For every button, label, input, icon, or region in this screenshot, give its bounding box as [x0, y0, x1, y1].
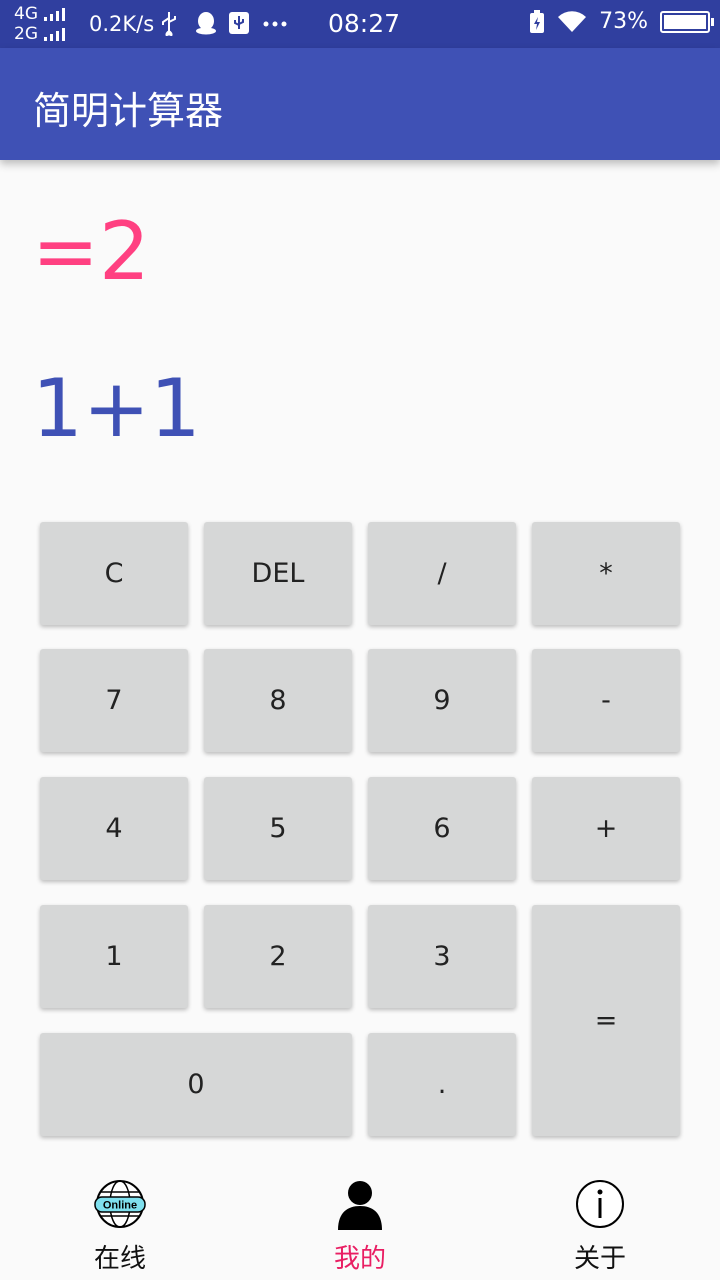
- digit-2-button[interactable]: 2: [204, 905, 352, 1008]
- decimal-button[interactable]: .: [368, 1033, 516, 1136]
- bottom-nav: Online 在线 我的 关于: [0, 1160, 720, 1280]
- signal-icon: [44, 27, 65, 41]
- status-bar: 4G 2G 0.2K/s 08:27 73%: [0, 0, 720, 48]
- system-icons: 73%: [529, 9, 714, 34]
- network-type-2: 2G: [14, 24, 38, 44]
- more-icon: [262, 10, 287, 36]
- nav-label-about: 关于: [573, 1244, 626, 1274]
- usb-debug-icon: [228, 10, 250, 36]
- globe-online-icon: Online: [94, 1180, 146, 1228]
- digit-5-button[interactable]: 5: [204, 777, 352, 880]
- network-speed: 0.2K/s: [89, 12, 155, 36]
- nav-item-about[interactable]: 关于: [480, 1160, 720, 1280]
- network-indicator: 4G 2G: [14, 4, 65, 44]
- nav-label-mine: 我的: [333, 1244, 386, 1274]
- app-title: 简明计算器: [33, 89, 224, 133]
- nav-item-mine[interactable]: 我的: [240, 1160, 480, 1280]
- qq-icon: [194, 10, 216, 36]
- clock: 08:27: [328, 9, 401, 38]
- delete-button[interactable]: DEL: [204, 522, 352, 625]
- clear-button[interactable]: C: [40, 522, 188, 625]
- minus-button[interactable]: -: [532, 649, 680, 752]
- digit-4-button[interactable]: 4: [40, 777, 188, 880]
- nav-item-online[interactable]: Online 在线: [0, 1160, 240, 1280]
- network-type-1: 4G: [14, 4, 38, 24]
- digit-8-button[interactable]: 8: [204, 649, 352, 752]
- usb-icon: [160, 10, 182, 38]
- multiply-button[interactable]: *: [532, 522, 680, 625]
- battery-saver-icon: [530, 9, 545, 33]
- nav-label-online: 在线: [93, 1244, 146, 1274]
- equals-button[interactable]: =: [532, 905, 680, 1136]
- digit-7-button[interactable]: 7: [40, 649, 188, 752]
- plus-button[interactable]: +: [532, 777, 680, 880]
- wifi-icon: [558, 10, 587, 32]
- user-icon: [338, 1181, 382, 1230]
- expression-display: 1+1: [32, 362, 201, 455]
- divide-button[interactable]: /: [368, 522, 516, 625]
- online-icon-text: Online: [103, 1200, 137, 1212]
- notification-icons: [160, 10, 287, 38]
- signal-icon: [44, 7, 65, 21]
- battery-icon: [660, 10, 714, 33]
- digit-0-button[interactable]: 0: [40, 1033, 352, 1136]
- battery-percent: 73%: [599, 9, 648, 34]
- digit-1-button[interactable]: 1: [40, 905, 188, 1008]
- app-bar: 简明计算器: [0, 48, 720, 160]
- result-display: =2: [32, 205, 150, 298]
- digit-3-button[interactable]: 3: [368, 905, 516, 1008]
- info-icon: [576, 1180, 624, 1228]
- digit-6-button[interactable]: 6: [368, 777, 516, 880]
- digit-9-button[interactable]: 9: [368, 649, 516, 752]
